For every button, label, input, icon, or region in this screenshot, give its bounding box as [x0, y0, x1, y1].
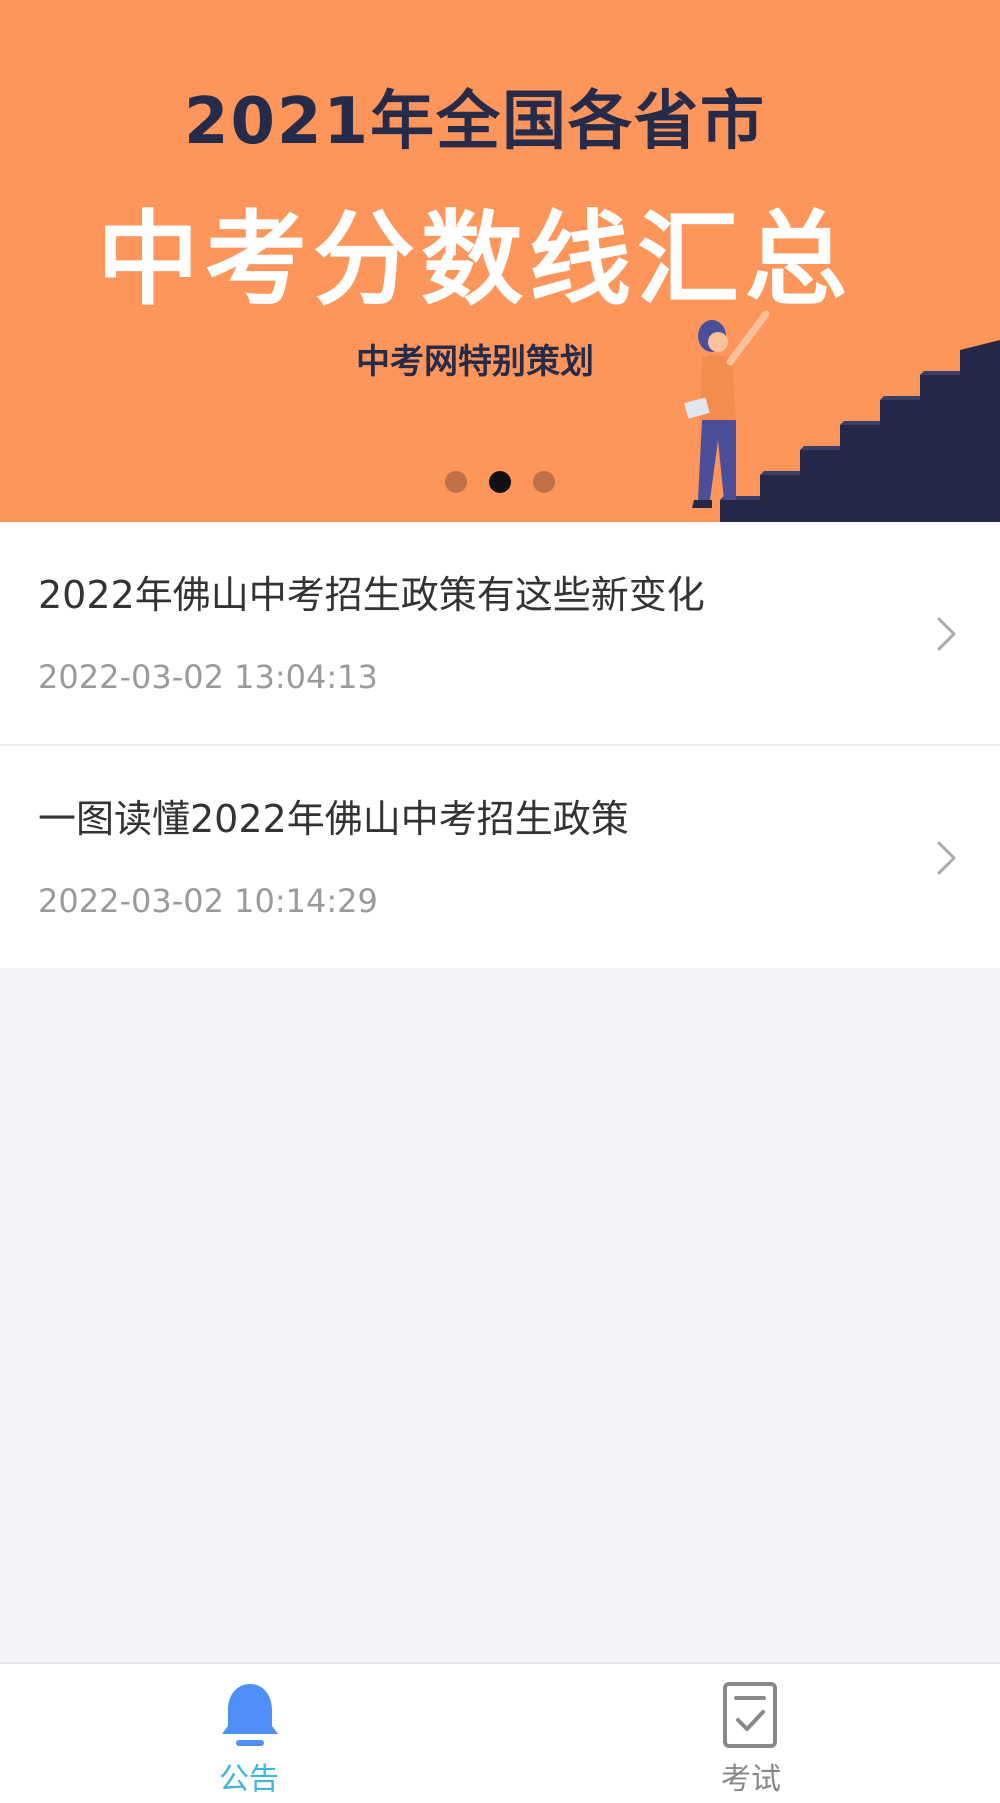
- bottom-tab-bar: 公告 考试: [0, 1662, 1000, 1803]
- banner-headline: 2021年全国各省市: [183, 85, 767, 159]
- list-item[interactable]: 2022年佛山中考招生政策有这些新变化 2022-03-02 13:04:13: [0, 522, 1000, 746]
- carousel-dot[interactable]: [533, 471, 555, 493]
- tab-exams[interactable]: 考试: [500, 1664, 1000, 1803]
- banner-carousel[interactable]: 2021年全国各省市 中考分数线汇总 中考网特别策划: [0, 0, 1000, 522]
- list-item-date: 2022-03-02 10:14:29: [38, 882, 378, 920]
- bell-icon: [222, 1684, 278, 1746]
- list-item-title: 一图读懂2022年佛山中考招生政策: [38, 797, 629, 841]
- chevron-right-icon: [937, 841, 956, 875]
- announcement-list: 2022年佛山中考招生政策有这些新变化 2022-03-02 13:04:13 …: [0, 522, 1000, 968]
- list-item[interactable]: 一图读懂2022年佛山中考招生政策 2022-03-02 10:14:29: [0, 746, 1000, 968]
- carousel-dot[interactable]: [445, 471, 467, 493]
- tab-label: 考试: [721, 1762, 781, 1797]
- list-item-date: 2022-03-02 13:04:13: [38, 658, 378, 696]
- tab-announcements[interactable]: 公告: [0, 1664, 500, 1803]
- list-item-title: 2022年佛山中考招生政策有这些新变化: [38, 573, 705, 617]
- carousel-dot-active[interactable]: [489, 471, 511, 493]
- tab-label: 公告: [219, 1762, 279, 1797]
- carousel-indicators: [0, 471, 1000, 495]
- app-root: 2021年全国各省市 中考分数线汇总 中考网特别策划 2022年佛山中考招生政策…: [0, 0, 1000, 1803]
- checklist-icon: [723, 1682, 777, 1748]
- chevron-right-icon: [937, 617, 956, 651]
